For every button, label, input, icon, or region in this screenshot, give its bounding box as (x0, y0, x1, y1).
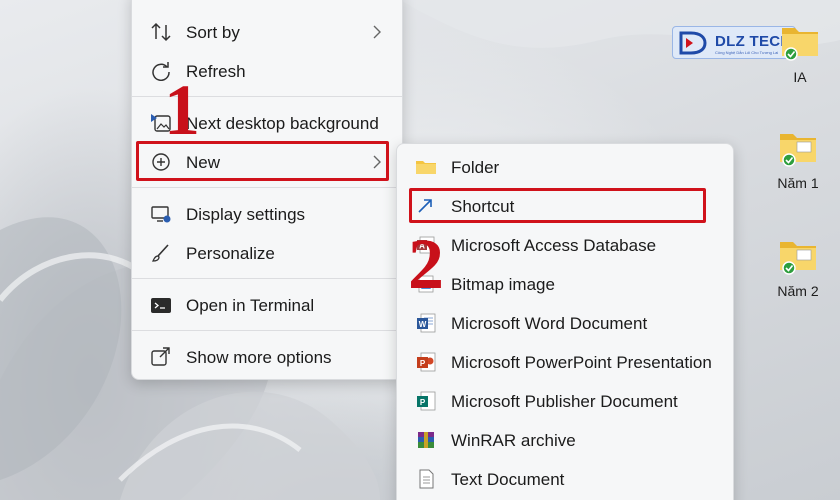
submenu-item-access-database[interactable]: A Microsoft Access Database (403, 228, 727, 262)
svg-text:W: W (419, 320, 427, 329)
submenu-item-winrar-archive[interactable]: WinRAR archive (403, 423, 727, 457)
svg-text:P: P (420, 359, 426, 368)
menu-item-label: Display settings (186, 205, 306, 224)
menu-item-new[interactable]: New (138, 145, 396, 179)
desktop-folder-nam-2[interactable]: Năm 2 (768, 234, 828, 299)
winrar-icon (418, 432, 434, 448)
shortcut-icon (418, 199, 432, 213)
step-number-1: 1 (164, 70, 200, 150)
submenu-item-publisher-document[interactable]: P Microsoft Publisher Document (403, 384, 727, 418)
dlz-logo-mark-icon (679, 31, 707, 55)
submenu-item-folder[interactable]: Folder (403, 150, 727, 184)
step-number-2: 2 (408, 224, 444, 304)
menu-item-personalize[interactable]: Personalize (138, 236, 396, 270)
desktop-icon-label: IA (793, 69, 807, 85)
desktop-icon-label: Năm 2 (777, 283, 819, 299)
submenu-item-label: Folder (451, 158, 500, 177)
text-document-icon (419, 469, 434, 489)
logo-tagline: Công Nghệ Dẫn Lối Cho Tương Lai (715, 50, 779, 55)
submenu-item-label: Microsoft Access Database (451, 236, 657, 255)
submenu-item-label: Shortcut (451, 197, 515, 216)
desktop-folder-ia[interactable]: IA (770, 20, 830, 85)
svg-text:P: P (420, 398, 426, 407)
submenu-item-word-document[interactable]: W Microsoft Word Document (403, 306, 727, 340)
terminal-icon (151, 298, 171, 313)
menu-item-label: Show more options (186, 348, 332, 367)
submenu-item-label: Microsoft PowerPoint Presentation (451, 353, 712, 372)
desktop-context-menu: Sort by Refresh Next desktop background … (131, 0, 403, 380)
folder-icon (416, 161, 436, 174)
menu-item-label: Next desktop background (186, 114, 379, 133)
menu-item-show-more-options[interactable]: Show more options (138, 340, 396, 374)
submenu-item-bitmap-image[interactable]: Bitmap image (403, 267, 727, 301)
desktop-folder-nam-1[interactable]: Năm 1 (768, 126, 828, 191)
submenu-item-label: Text Document (451, 470, 565, 489)
folder-icon (780, 134, 816, 167)
submenu-item-text-document[interactable]: Text Document (403, 462, 727, 496)
menu-item-label: Sort by (186, 23, 240, 42)
folder-icon (782, 28, 818, 61)
word-icon: W (417, 313, 436, 333)
folder-icon (780, 242, 816, 275)
menu-item-display-settings[interactable]: Display settings (138, 197, 396, 231)
chevron-right-icon (373, 25, 381, 39)
submenu-item-label: Microsoft Word Document (451, 314, 648, 333)
submenu-item-label: Bitmap image (451, 275, 555, 294)
sort-icon (151, 22, 171, 42)
menu-item-label: New (186, 153, 221, 172)
brush-icon (151, 244, 169, 262)
plus-circle-icon (152, 153, 170, 171)
show-more-icon (151, 347, 170, 366)
chevron-right-icon (373, 155, 381, 169)
display-settings-icon (151, 206, 171, 223)
publisher-icon: P (417, 391, 436, 411)
menu-item-label: Personalize (186, 244, 275, 263)
submenu-item-shortcut[interactable]: Shortcut (403, 189, 727, 223)
submenu-item-label: Microsoft Publisher Document (451, 392, 678, 411)
menu-item-label: Open in Terminal (186, 296, 315, 315)
powerpoint-icon: P (417, 352, 436, 372)
new-submenu: Folder Shortcut A Microsoft Access Datab… (396, 143, 734, 500)
menu-item-sort-by[interactable]: Sort by (138, 15, 396, 49)
desktop-icon-label: Năm 1 (777, 175, 819, 191)
submenu-item-powerpoint-presentation[interactable]: P Microsoft PowerPoint Presentation (403, 345, 727, 379)
submenu-item-label: WinRAR archive (451, 431, 576, 450)
menu-item-open-in-terminal[interactable]: Open in Terminal (138, 288, 396, 322)
